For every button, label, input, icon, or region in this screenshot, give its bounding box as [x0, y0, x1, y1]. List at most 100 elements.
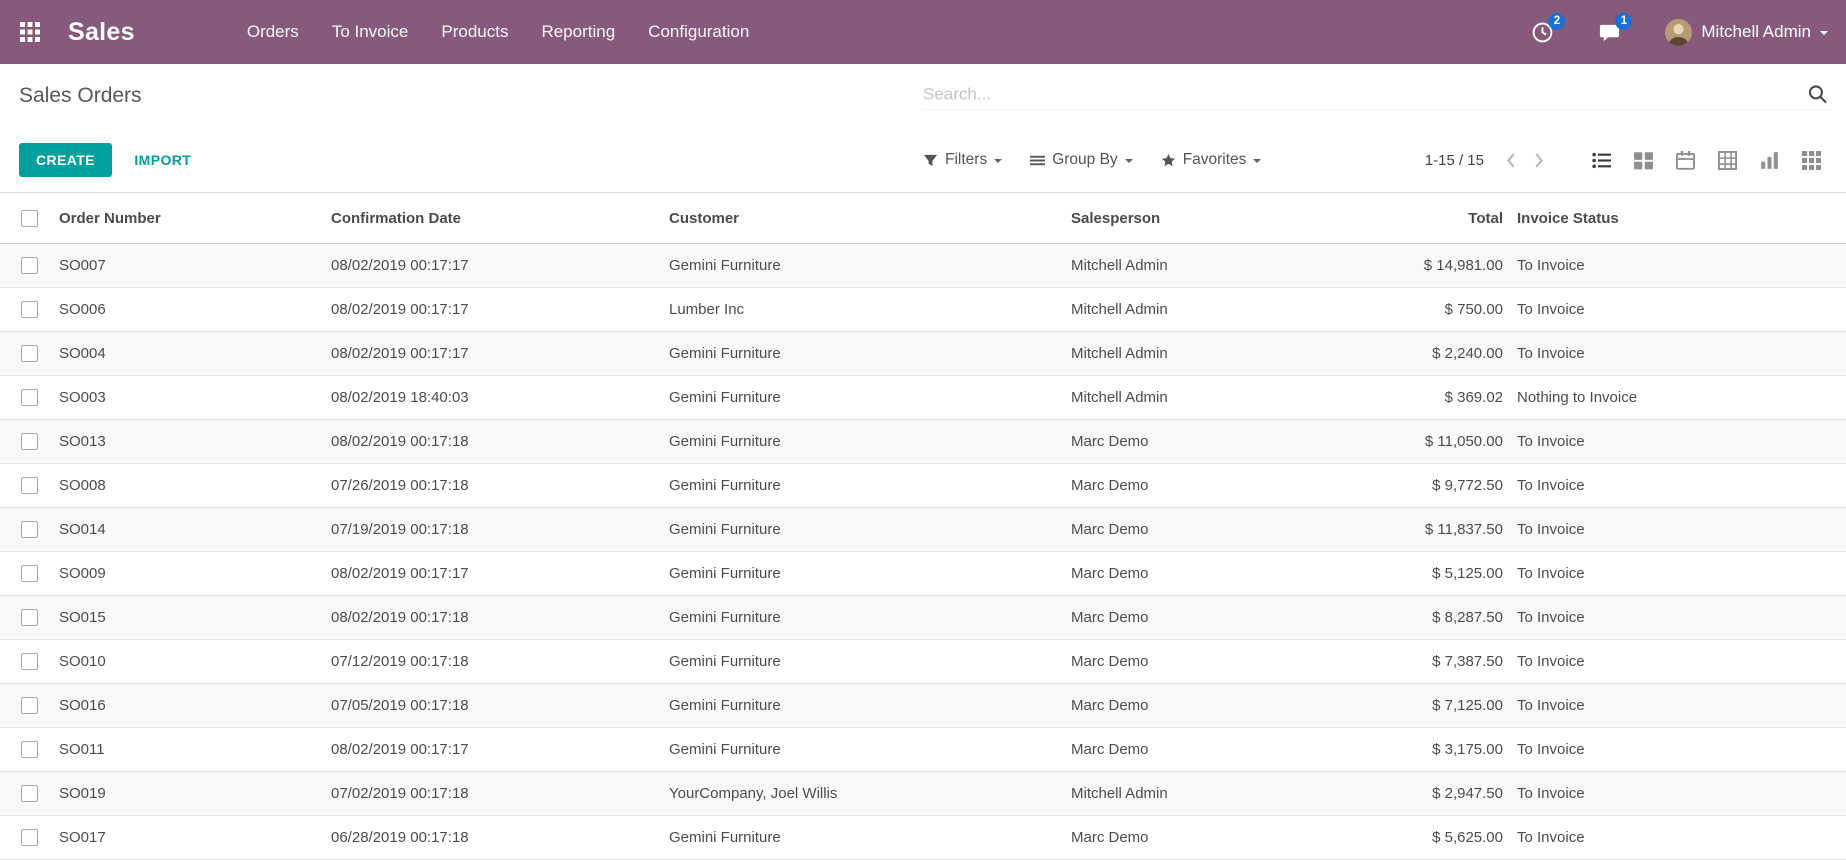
- cell-order-number: SO007: [56, 244, 328, 288]
- row-checkbox[interactable]: [21, 257, 38, 274]
- table-header-row: Order Number Confirmation Date Customer …: [0, 193, 1846, 244]
- table-row[interactable]: SO015 08/02/2019 00:17:18 Gemini Furnitu…: [0, 596, 1846, 640]
- column-header-total[interactable]: Total: [1360, 193, 1508, 244]
- search-options: Filters Group By Favorites: [923, 151, 1261, 169]
- activities-button[interactable]: 2: [1531, 21, 1554, 44]
- cell-confirmation-date: 08/02/2019 00:17:17: [328, 332, 666, 376]
- cell-order-number: SO015: [56, 596, 328, 640]
- cell-customer: Gemini Furniture: [666, 684, 1068, 728]
- star-icon: [1161, 153, 1176, 168]
- view-graph-button[interactable]: [1748, 143, 1790, 177]
- apps-grid-icon: [20, 22, 40, 42]
- row-checkbox[interactable]: [21, 301, 38, 318]
- row-checkbox-cell: [0, 288, 56, 332]
- table-row[interactable]: SO019 07/02/2019 00:17:18 YourCompany, J…: [0, 772, 1846, 816]
- cell-invoice-status: To Invoice: [1508, 772, 1846, 816]
- top-menu-item[interactable]: Products: [441, 22, 508, 42]
- pager-previous-button[interactable]: [1496, 148, 1525, 173]
- column-header-salesperson[interactable]: Salesperson: [1068, 193, 1360, 244]
- cell-confirmation-date: 08/02/2019 00:17:17: [328, 728, 666, 772]
- table-row[interactable]: SO013 08/02/2019 00:17:18 Gemini Furnitu…: [0, 420, 1846, 464]
- action-buttons: CREATE IMPORT: [19, 143, 199, 177]
- view-calendar-button[interactable]: [1664, 143, 1706, 177]
- cell-order-number: SO013: [56, 420, 328, 464]
- cell-total: $ 2,947.50: [1360, 772, 1508, 816]
- search-button[interactable]: [1805, 82, 1830, 107]
- row-checkbox[interactable]: [21, 389, 38, 406]
- view-kanban-button[interactable]: [1622, 143, 1664, 177]
- filters-dropdown[interactable]: Filters: [923, 151, 1002, 169]
- view-list-button[interactable]: [1580, 143, 1622, 177]
- cell-order-number: SO008: [56, 464, 328, 508]
- row-checkbox[interactable]: [21, 345, 38, 362]
- list-icon: [1592, 151, 1611, 170]
- pager-next-button[interactable]: [1525, 148, 1554, 173]
- chevron-right-icon: [1534, 152, 1545, 169]
- cell-invoice-status: To Invoice: [1508, 244, 1846, 288]
- table-row[interactable]: SO010 07/12/2019 00:17:18 Gemini Furnitu…: [0, 640, 1846, 684]
- table-row[interactable]: SO007 08/02/2019 00:17:17 Gemini Furnitu…: [0, 244, 1846, 288]
- row-checkbox-cell: [0, 508, 56, 552]
- app-name[interactable]: Sales: [68, 18, 135, 47]
- table-row[interactable]: SO017 06/28/2019 00:17:18 Gemini Furnitu…: [0, 816, 1846, 860]
- row-checkbox[interactable]: [21, 433, 38, 450]
- cell-total: $ 5,125.00: [1360, 552, 1508, 596]
- cell-order-number: SO011: [56, 728, 328, 772]
- top-menu-item[interactable]: To Invoice: [332, 22, 409, 42]
- top-menu-item[interactable]: Configuration: [648, 22, 749, 42]
- cell-total: $ 3,175.00: [1360, 728, 1508, 772]
- cell-invoice-status: Nothing to Invoice: [1508, 376, 1846, 420]
- cell-salesperson: Mitchell Admin: [1068, 288, 1360, 332]
- table-row[interactable]: SO016 07/05/2019 00:17:18 Gemini Furnitu…: [0, 684, 1846, 728]
- table-row[interactable]: SO014 07/19/2019 00:17:18 Gemini Furnitu…: [0, 508, 1846, 552]
- column-header-confirmation-date[interactable]: Confirmation Date: [328, 193, 666, 244]
- row-checkbox[interactable]: [21, 653, 38, 670]
- row-checkbox[interactable]: [21, 697, 38, 714]
- cell-confirmation-date: 08/02/2019 18:40:03: [328, 376, 666, 420]
- page-title: Sales Orders: [19, 84, 142, 108]
- apps-menu-button[interactable]: [14, 16, 46, 48]
- top-menu-item[interactable]: Reporting: [541, 22, 615, 42]
- table-row[interactable]: SO011 08/02/2019 00:17:17 Gemini Furnitu…: [0, 728, 1846, 772]
- view-pivot-button[interactable]: [1706, 143, 1748, 177]
- row-checkbox[interactable]: [21, 609, 38, 626]
- table-row[interactable]: SO003 08/02/2019 18:40:03 Gemini Furnitu…: [0, 376, 1846, 420]
- search-box[interactable]: [923, 82, 1830, 111]
- cell-total: $ 7,125.00: [1360, 684, 1508, 728]
- column-header-invoice-status[interactable]: Invoice Status: [1508, 193, 1846, 244]
- caret-down-icon: [1253, 159, 1261, 167]
- row-checkbox[interactable]: [21, 785, 38, 802]
- import-button[interactable]: IMPORT: [126, 143, 199, 177]
- cell-invoice-status: To Invoice: [1508, 332, 1846, 376]
- search-input[interactable]: [923, 82, 1805, 106]
- group-by-dropdown[interactable]: Group By: [1030, 151, 1132, 169]
- cell-total: $ 7,387.50: [1360, 640, 1508, 684]
- cell-invoice-status: To Invoice: [1508, 728, 1846, 772]
- messages-button[interactable]: 1: [1598, 21, 1621, 44]
- row-checkbox[interactable]: [21, 477, 38, 494]
- row-checkbox[interactable]: [21, 565, 38, 582]
- table-row[interactable]: SO008 07/26/2019 00:17:18 Gemini Furnitu…: [0, 464, 1846, 508]
- select-all-checkbox[interactable]: [21, 210, 38, 227]
- table-row[interactable]: SO004 08/02/2019 00:17:17 Gemini Furnitu…: [0, 332, 1846, 376]
- cell-confirmation-date: 07/05/2019 00:17:18: [328, 684, 666, 728]
- create-button[interactable]: CREATE: [19, 143, 112, 177]
- row-checkbox[interactable]: [21, 829, 38, 846]
- table-row[interactable]: SO009 08/02/2019 00:17:17 Gemini Furnitu…: [0, 552, 1846, 596]
- column-header-customer[interactable]: Customer: [666, 193, 1068, 244]
- cell-customer: Gemini Furniture: [666, 640, 1068, 684]
- cell-confirmation-date: 08/02/2019 00:17:17: [328, 552, 666, 596]
- cell-customer: Gemini Furniture: [666, 420, 1068, 464]
- user-menu[interactable]: Mitchell Admin: [1665, 19, 1828, 46]
- row-checkbox[interactable]: [21, 521, 38, 538]
- favorites-dropdown[interactable]: Favorites: [1161, 151, 1262, 169]
- cell-invoice-status: To Invoice: [1508, 288, 1846, 332]
- cell-invoice-status: To Invoice: [1508, 816, 1846, 860]
- column-header-order-number[interactable]: Order Number: [56, 193, 328, 244]
- table-row[interactable]: SO006 08/02/2019 00:17:17 Lumber Inc Mit…: [0, 288, 1846, 332]
- calendar-icon: [1676, 151, 1695, 170]
- row-checkbox[interactable]: [21, 741, 38, 758]
- top-menu-item[interactable]: Orders: [247, 22, 299, 42]
- view-activity-button[interactable]: [1790, 143, 1832, 177]
- cell-salesperson: Mitchell Admin: [1068, 376, 1360, 420]
